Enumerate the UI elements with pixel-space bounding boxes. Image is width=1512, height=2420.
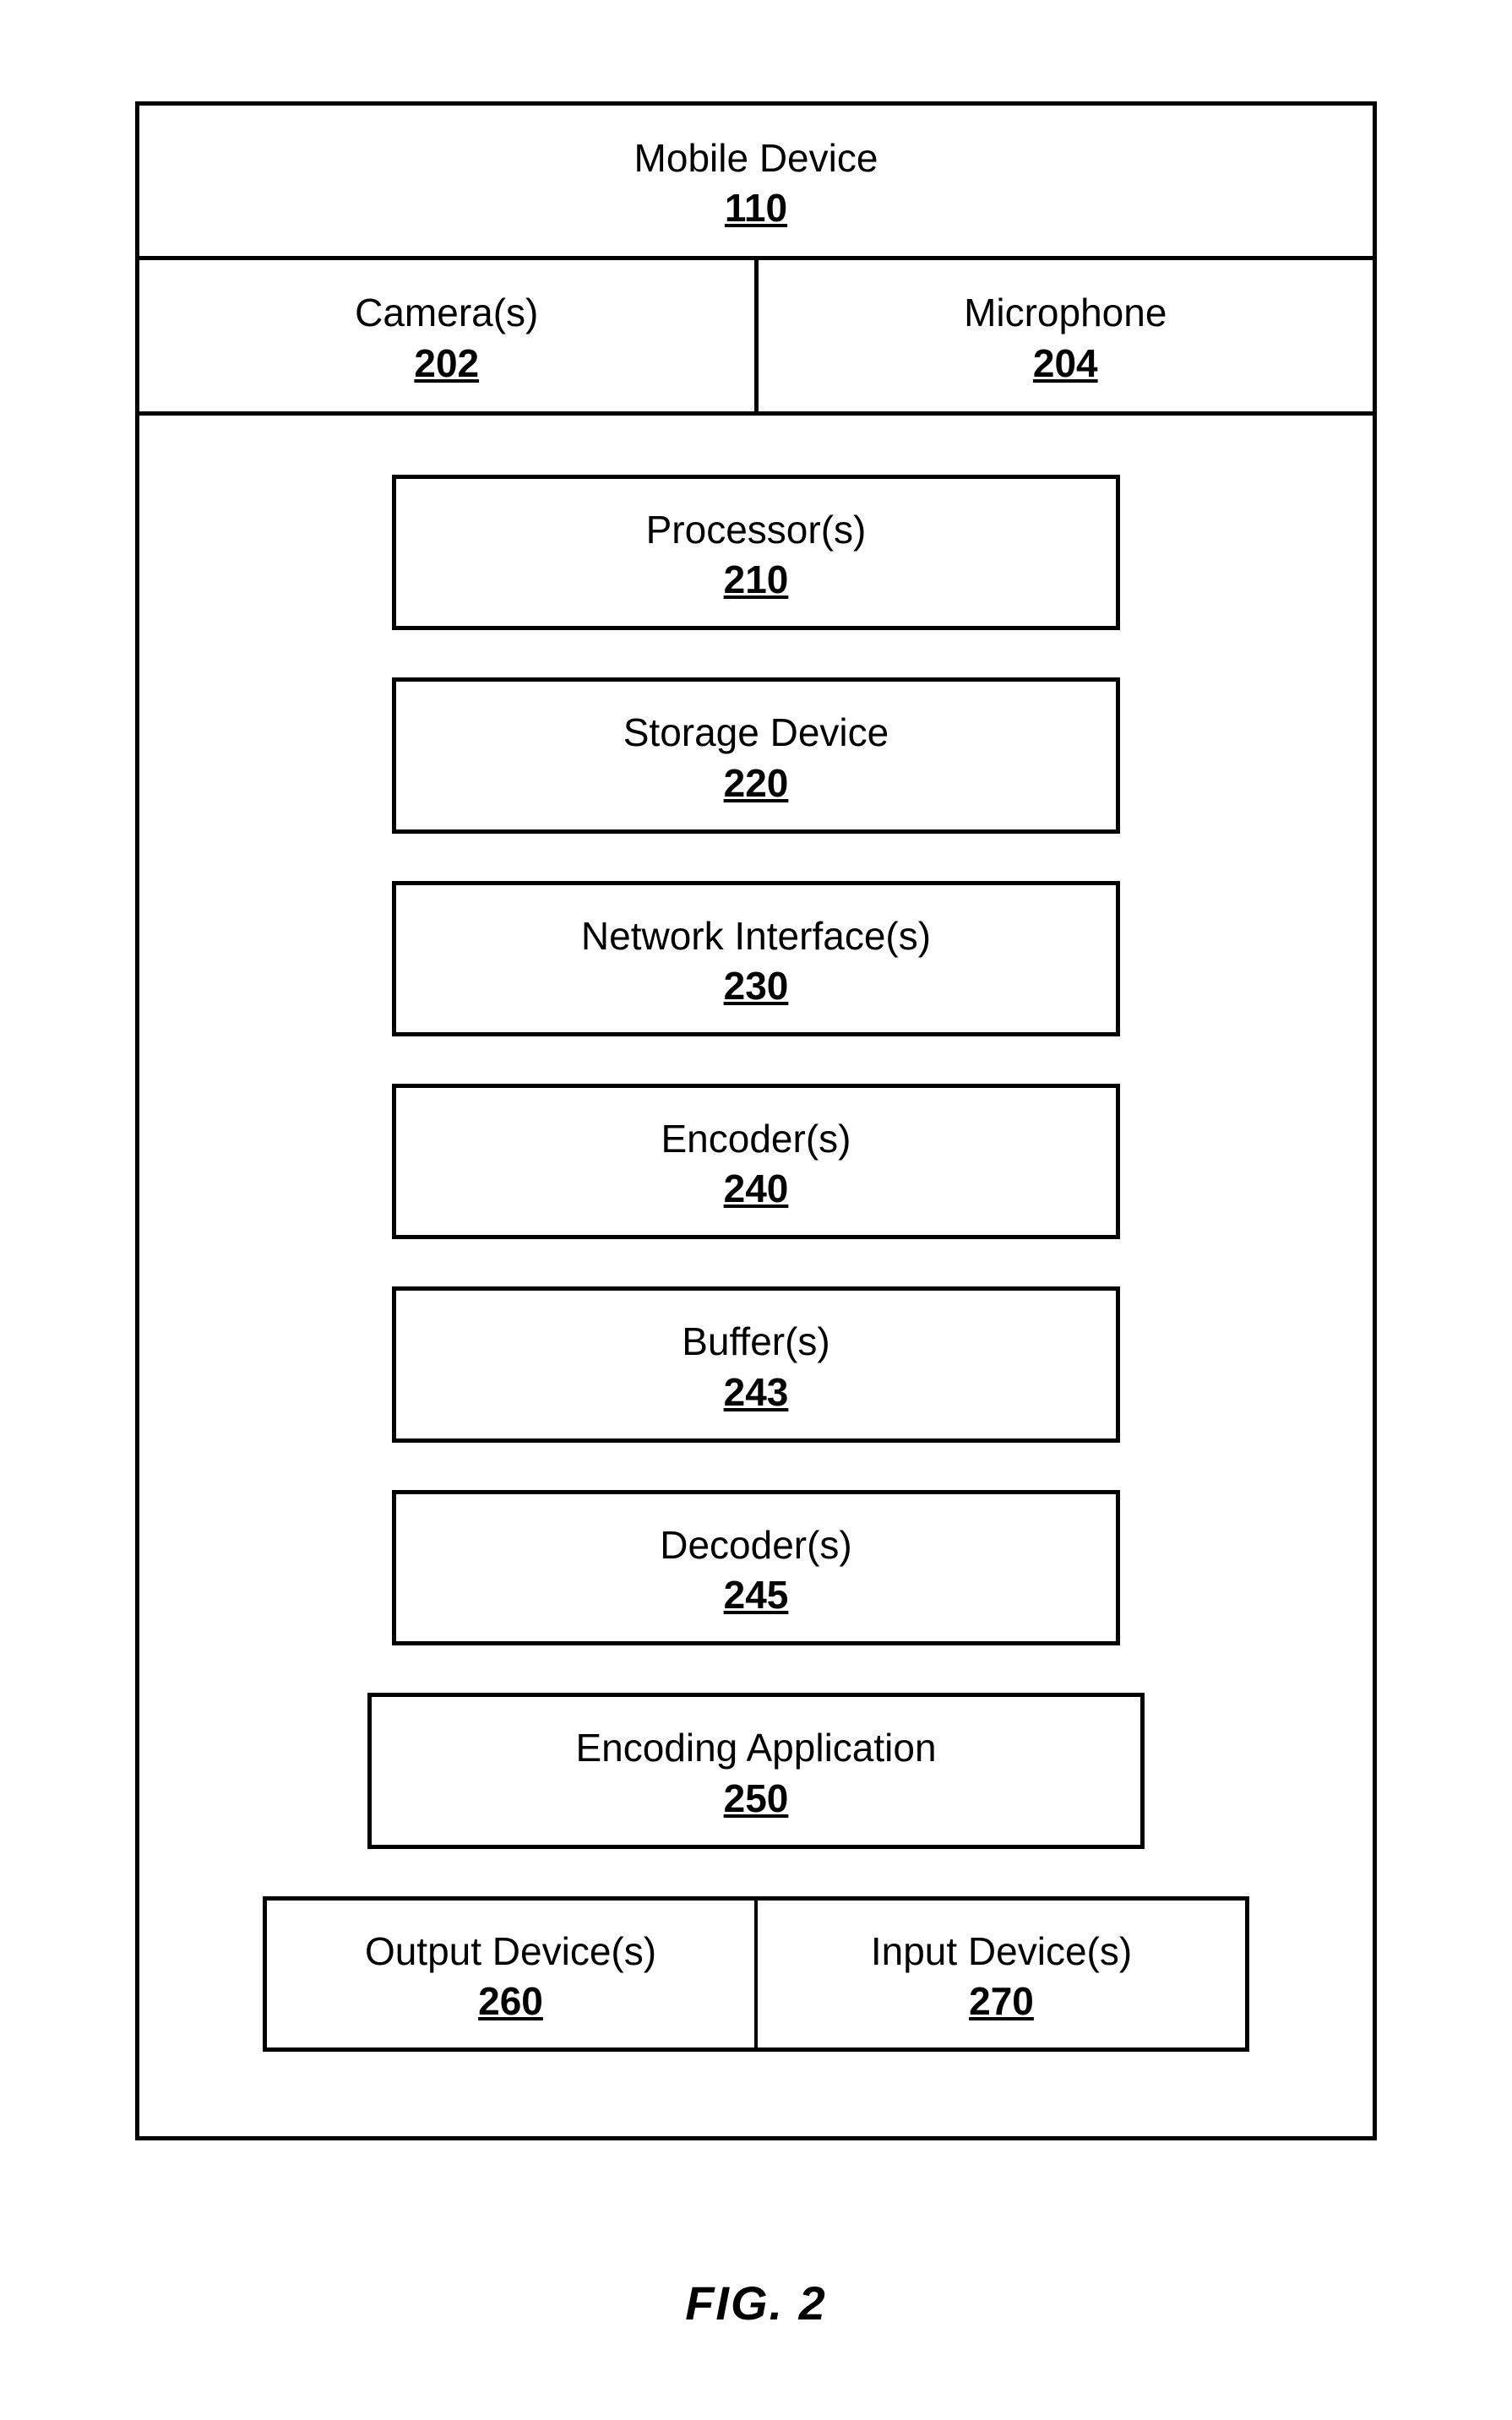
mobile-device-box: Mobile Device 110 Camera(s) 202 Micropho…	[135, 101, 1377, 2140]
encoder-ref: 240	[405, 1166, 1107, 1211]
processor-block: Processor(s) 210	[392, 475, 1119, 630]
device-title: Mobile Device	[148, 131, 1364, 185]
storage-block: Storage Device 220	[392, 677, 1119, 833]
storage-ref: 220	[405, 760, 1107, 806]
storage-label: Storage Device	[405, 705, 1107, 759]
network-block: Network Interface(s) 230	[392, 881, 1119, 1036]
microphone-block: Microphone 204	[759, 260, 1373, 411]
processor-label: Processor(s)	[405, 503, 1107, 557]
device-ref: 110	[148, 185, 1364, 231]
buffer-label: Buffer(s)	[405, 1314, 1107, 1368]
page: Mobile Device 110 Camera(s) 202 Micropho…	[0, 0, 1512, 2420]
encoder-label: Encoder(s)	[405, 1112, 1107, 1166]
camera-block: Camera(s) 202	[139, 260, 759, 411]
camera-ref: 202	[148, 340, 746, 386]
encoding-app-ref: 250	[380, 1776, 1132, 1821]
encoder-block: Encoder(s) 240	[392, 1084, 1119, 1239]
encoding-app-label: Encoding Application	[380, 1721, 1132, 1775]
network-label: Network Interface(s)	[405, 909, 1107, 963]
network-ref: 230	[405, 963, 1107, 1009]
input-block: Input Device(s) 270	[756, 1896, 1249, 2052]
output-ref: 260	[275, 1978, 746, 2024]
top-row: Camera(s) 202 Microphone 204	[139, 260, 1373, 415]
decoder-block: Decoder(s) 245	[392, 1490, 1119, 1645]
camera-label: Camera(s)	[148, 286, 746, 340]
device-body: Processor(s) 210 Storage Device 220 Netw…	[139, 416, 1373, 2136]
decoder-label: Decoder(s)	[405, 1518, 1107, 1572]
encoding-app-block: Encoding Application 250	[367, 1693, 1145, 1848]
input-label: Input Device(s)	[766, 1924, 1237, 1978]
microphone-label: Microphone	[767, 286, 1365, 340]
output-label: Output Device(s)	[275, 1924, 746, 1978]
io-row: Output Device(s) 260 Input Device(s) 270	[263, 1896, 1249, 2052]
buffer-block: Buffer(s) 243	[392, 1286, 1119, 1442]
output-block: Output Device(s) 260	[263, 1896, 756, 2052]
input-ref: 270	[766, 1978, 1237, 2024]
figure-caption: FIG. 2	[135, 2276, 1377, 2330]
processor-ref: 210	[405, 557, 1107, 602]
buffer-ref: 243	[405, 1369, 1107, 1415]
decoder-ref: 245	[405, 1572, 1107, 1618]
device-header: Mobile Device 110	[139, 106, 1373, 260]
microphone-ref: 204	[767, 340, 1365, 386]
